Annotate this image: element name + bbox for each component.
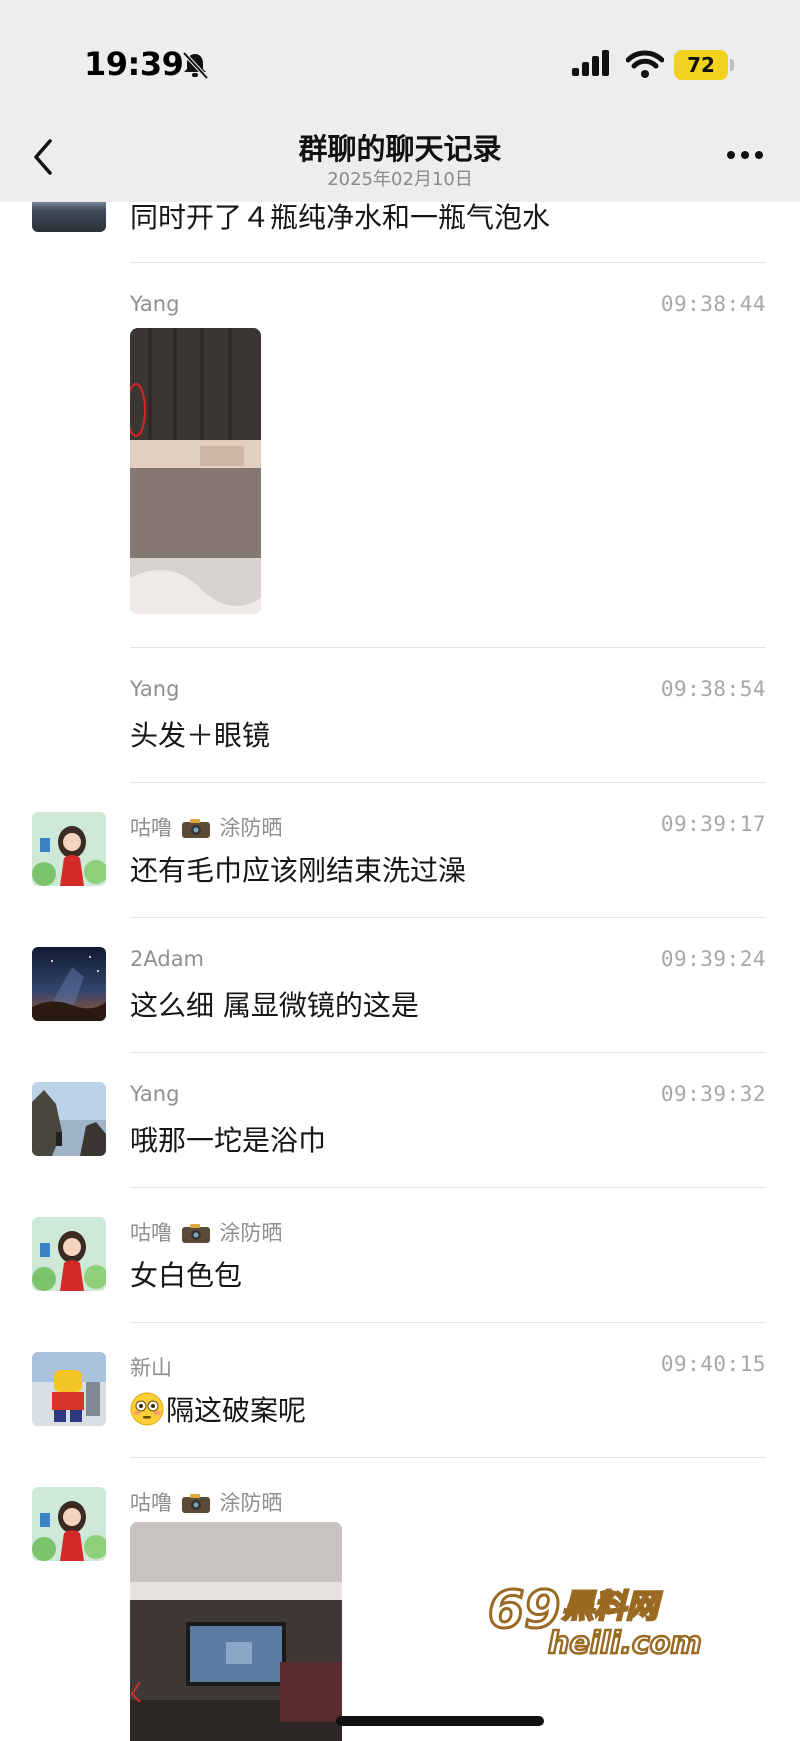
message-text: 哦那一坨是浴巾 [130, 1124, 327, 1157]
wifi-icon [626, 50, 664, 78]
sender-name: 2Adam [130, 947, 205, 971]
message-text: 这么细 属显微镜的这是 [130, 989, 419, 1022]
avatar[interactable] [32, 1217, 106, 1291]
divider [130, 1052, 766, 1053]
divider [130, 917, 766, 918]
message-text: 头发＋眼镜 [130, 719, 271, 752]
divider [130, 1322, 766, 1323]
avatar[interactable] [32, 947, 106, 1021]
divider [130, 647, 766, 648]
girl-avatar-image [32, 812, 106, 886]
divider [130, 262, 766, 263]
sender-name: Yang [130, 1082, 180, 1106]
sender-name-prefix: 咕噜 [130, 1491, 172, 1515]
nightsky-avatar-image [32, 947, 106, 1021]
sender-name: 咕噜 涂防晒 [130, 1487, 282, 1517]
sender-name-suffix: 涂防晒 [219, 816, 283, 840]
divider [130, 1457, 766, 1458]
avatar[interactable] [32, 1487, 106, 1561]
avatar[interactable] [32, 1082, 106, 1156]
message-time: 09:38:54 [660, 677, 766, 701]
message-time: 09:39:24 [660, 947, 766, 971]
message-text: 隔这破案呢 [166, 1394, 307, 1427]
message-time: 09:40:15 [660, 1352, 766, 1376]
page-subtitle: 2025年02月10日 [327, 169, 473, 190]
photo-image [130, 1522, 342, 1741]
battery-icon: 72 [674, 50, 728, 80]
svg-text:heili.com: heili.com [548, 1626, 702, 1661]
camera-icon [181, 1224, 210, 1243]
message-text: 女白色包 [130, 1259, 243, 1292]
photo-attachment[interactable] [130, 328, 261, 614]
sender-name-suffix: 涂防晒 [219, 1221, 283, 1245]
more-icon[interactable] [726, 150, 764, 160]
message-time: 09:38:44 [660, 292, 766, 316]
message-text: 同时开了４瓶纯净水和一瓶气泡水 [130, 201, 551, 234]
sender-name: Yang [130, 292, 180, 316]
camera-icon [181, 819, 210, 838]
home-indicator[interactable] [336, 1716, 544, 1726]
camera-icon [181, 1494, 210, 1513]
signal-icon [572, 50, 609, 76]
sender-name-suffix: 涂防晒 [219, 1491, 283, 1515]
sender-name-prefix: 咕噜 [130, 816, 172, 840]
battery-cap [730, 59, 734, 71]
avatar[interactable] [32, 812, 106, 886]
sender-name-prefix: 咕噜 [130, 1221, 172, 1245]
page-title: 群聊的聊天记录 [298, 132, 502, 166]
bell-muted-icon [182, 51, 209, 80]
girl-avatar-image [32, 1217, 106, 1291]
message-time: 09:39:32 [660, 1082, 766, 1106]
divider [130, 1187, 766, 1188]
sender-name: 咕噜 涂防晒 [130, 812, 282, 842]
message-text-row: 隔这破案呢 [130, 1389, 306, 1429]
watermark-logo: 69 黑料网 heili.com [487, 1579, 703, 1663]
sender-name: Yang [130, 677, 180, 701]
photo-image [130, 328, 261, 614]
message-text: 还有毛巾应该刚结束洗过澡 [130, 854, 467, 887]
photo-attachment[interactable] [130, 1522, 342, 1741]
flushed-face-icon [130, 1392, 164, 1426]
svg-text:黑料网: 黑料网 [562, 1587, 663, 1625]
message-time: 09:39:17 [660, 812, 766, 836]
top-bar: 19:39 72 群聊的聊天记录 2025年02月10日 [0, 0, 800, 202]
avatar[interactable] [32, 1352, 106, 1426]
divider [130, 782, 766, 783]
seaside-avatar-image [32, 1082, 106, 1156]
status-time: 19:39 [84, 45, 184, 83]
sender-name: 新山 [130, 1356, 172, 1380]
girl-avatar-image [32, 1487, 106, 1561]
lego-avatar-image [32, 1352, 106, 1426]
sender-name: 咕噜 涂防晒 [130, 1217, 282, 1247]
